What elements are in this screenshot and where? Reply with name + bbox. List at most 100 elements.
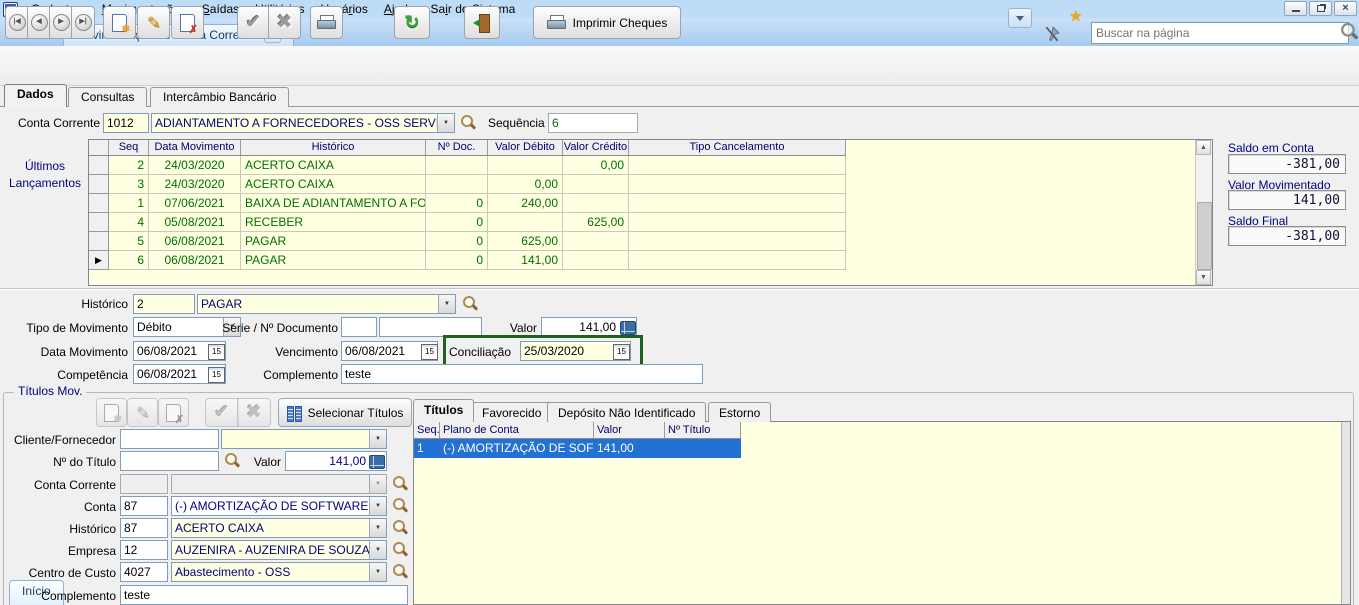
titulo-confirm-button[interactable]: ✔ <box>205 398 239 427</box>
historico-name: PAGAR <box>198 297 438 311</box>
dropdown-arrow-icon[interactable] <box>369 497 386 515</box>
refresh-button[interactable]: ↻ <box>394 6 430 39</box>
table-row[interactable]: 224/03/2020ACERTO CAIXA0,00 <box>89 156 1212 175</box>
table-row[interactable]: 324/03/2020ACERTO CAIXA0,00 <box>89 175 1212 194</box>
titulo-delete-button[interactable]: ✗ <box>158 398 189 427</box>
centro-custo-code-field[interactable] <box>120 562 168 582</box>
confirm-button[interactable]: ✔ <box>237 6 270 39</box>
conta-corrente-lookup-icon[interactable] <box>459 114 476 131</box>
centro-custo-combo[interactable]: Abastecimento - OSS <box>171 562 387 582</box>
scroll-down-icon[interactable]: ▼ <box>1196 270 1211 285</box>
selecionar-titulos-button[interactable]: Selecionar Títulos <box>278 398 412 427</box>
table-row[interactable]: 107/06/2021BAIXA DE ADIANTAMENTO A FORNE… <box>89 194 1212 213</box>
dropdown-arrow-icon[interactable] <box>369 430 386 448</box>
date-picker-icon[interactable]: 15 <box>421 344 438 360</box>
vertical-scrollbar[interactable]: ▲ ▼ <box>1195 140 1212 285</box>
column-header[interactable]: Valor Débito <box>488 140 563 156</box>
search-icon[interactable] <box>1339 22 1359 42</box>
empresa-combo[interactable]: AUZENIRA - AUZENIRA DE SOUZA SILV <box>171 540 387 560</box>
tab-consultas[interactable]: Consultas <box>68 87 147 107</box>
print-button[interactable] <box>310 6 343 39</box>
empresa-code-field[interactable] <box>120 540 168 560</box>
restore-button[interactable] <box>1309 1 1332 16</box>
edit-record-button[interactable]: ✎ <box>137 6 170 39</box>
conta-corrente-lookup-icon[interactable] <box>391 475 408 492</box>
grid-cell: 3 <box>109 175 149 194</box>
tab-estorno[interactable]: Estorno <box>708 402 771 422</box>
tab-dados[interactable]: Dados <box>4 84 67 107</box>
nav-last-button[interactable]: ▶| <box>71 6 95 39</box>
exit-button[interactable] <box>464 6 500 39</box>
imprimir-cheques-button[interactable]: Imprimir Cheques <box>533 6 681 39</box>
dropdown-arrow-icon[interactable] <box>369 541 386 559</box>
tab-intercambio-bancario[interactable]: Intercâmbio Bancário <box>150 87 289 107</box>
conta-corrente-combo[interactable]: ADIANTAMENTO A FORNECEDORES - OSS SERVIÇ <box>151 113 455 133</box>
favorite-star-icon[interactable]: ★ <box>1069 7 1082 25</box>
numero-documento-field[interactable] <box>379 317 482 337</box>
numero-titulo-field[interactable] <box>120 451 219 471</box>
conta-lookup-icon[interactable] <box>391 497 408 514</box>
conta-combo[interactable]: (-) AMORTIZAÇÃO DE SOFTWARE E S <box>171 496 387 516</box>
scrollbar-thumb[interactable] <box>1197 202 1212 270</box>
tab-options-button[interactable] <box>1008 8 1032 28</box>
serie-field[interactable] <box>341 317 377 337</box>
conta-corrente-code-field[interactable] <box>103 113 149 133</box>
column-header[interactable]: Seq. <box>414 422 440 439</box>
column-header[interactable]: Valor Crédito <box>563 140 629 156</box>
conta-code-field[interactable] <box>120 496 168 516</box>
centro-custo-lookup-icon[interactable] <box>391 563 408 580</box>
titulos-scrollbar[interactable] <box>1341 422 1350 604</box>
dropdown-arrow-icon[interactable] <box>369 563 386 581</box>
titulo-historico-code-field[interactable] <box>120 518 168 538</box>
column-header[interactable]: Nº Doc. <box>426 140 488 156</box>
calculator-icon[interactable] <box>369 455 385 469</box>
nav-prev-button[interactable]: ◀ <box>27 6 51 39</box>
complemento-field[interactable] <box>341 364 703 384</box>
cliente-fornecedor-combo[interactable] <box>221 429 387 449</box>
date-picker-icon[interactable]: 15 <box>613 344 630 360</box>
titulo-conta-corrente-code-field[interactable] <box>120 474 168 494</box>
column-header[interactable]: Histórico <box>241 140 426 156</box>
cliente-fornecedor-code-field[interactable] <box>120 429 219 449</box>
tab-titulos[interactable]: Títulos <box>413 399 474 422</box>
column-header[interactable]: Seq <box>109 140 149 156</box>
calculator-icon[interactable] <box>620 321 636 335</box>
titulo-cancel-button[interactable]: ✖ <box>237 398 271 427</box>
scroll-up-icon[interactable]: ▲ <box>1196 140 1211 155</box>
column-header[interactable]: Plano de Conta <box>440 422 594 439</box>
column-header[interactable]: Data Movimento <box>149 140 241 156</box>
delete-record-button[interactable]: ✗ <box>171 6 204 39</box>
titulo-conta-corrente-combo[interactable] <box>171 474 387 494</box>
column-header[interactable]: Nº Título <box>665 422 741 439</box>
titulo-complemento-field[interactable] <box>120 585 408 605</box>
titulo-new-button[interactable]: ✱ <box>96 398 127 427</box>
table-row[interactable]: ▶606/08/2021PAGAR0141,00 <box>89 251 1212 270</box>
tab-favorecido[interactable]: Favorecido <box>471 402 552 422</box>
empresa-lookup-icon[interactable] <box>391 541 408 558</box>
historico-code-field[interactable] <box>133 294 195 314</box>
minimize-button[interactable] <box>1284 1 1307 16</box>
table-row[interactable]: 1(-) AMORTIZAÇÃO DE SOFTWARE141,00 <box>414 439 1350 458</box>
grid-cell: 625,00 <box>488 232 563 251</box>
dropdown-arrow-icon[interactable] <box>438 295 455 313</box>
sequencia-field[interactable] <box>548 113 638 133</box>
new-record-button[interactable]: ✱ <box>103 6 136 39</box>
table-row[interactable]: 506/08/2021PAGAR0625,00 <box>89 232 1212 251</box>
titulo-historico-combo[interactable]: ACERTO CAIXA <box>171 518 387 538</box>
column-header[interactable]: Tipo Cancelamento <box>629 140 846 156</box>
unpin-icon[interactable] <box>1043 25 1061 43</box>
titulo-edit-button[interactable]: ✎ <box>127 398 158 427</box>
dropdown-arrow-icon[interactable] <box>437 114 454 132</box>
table-row[interactable]: 405/08/2021RECEBER0625,00 <box>89 213 1212 232</box>
column-header[interactable]: Valor <box>594 422 665 439</box>
historico-combo[interactable]: PAGAR <box>197 294 456 314</box>
nav-next-button[interactable]: ▶ <box>49 6 73 39</box>
nav-first-button[interactable]: |◀ <box>5 6 29 39</box>
historico-lookup-icon[interactable] <box>391 519 408 536</box>
close-button[interactable] <box>1334 1 1357 16</box>
search-input[interactable] <box>1091 22 1349 44</box>
historico-lookup-icon[interactable] <box>461 295 478 312</box>
tab-deposito-nao-identificado[interactable]: Depósito Não Identificado <box>547 402 706 422</box>
dropdown-arrow-icon[interactable] <box>369 519 386 537</box>
cancel-button[interactable]: ✖ <box>268 6 301 39</box>
